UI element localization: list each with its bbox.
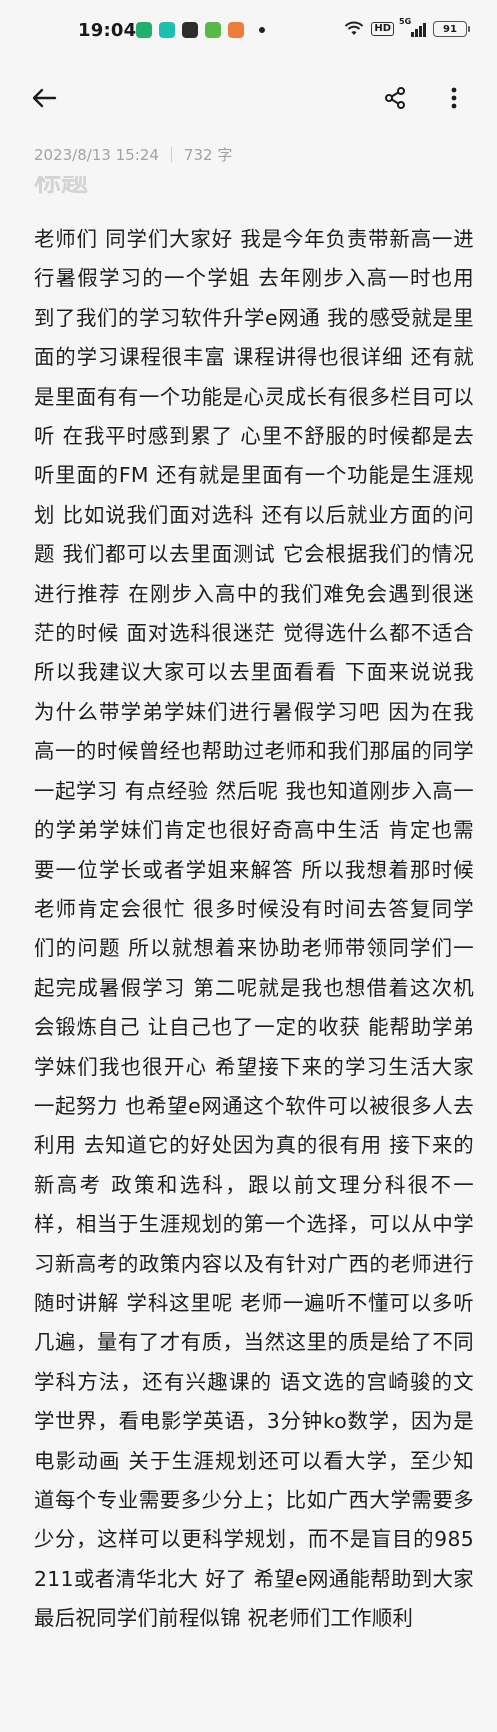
- note-body[interactable]: 老师们 同学们大家好 我是今年负责带新高一进行暑假学习的一个学姐 去年刚步入高一…: [34, 220, 474, 1639]
- back-button[interactable]: [28, 82, 60, 114]
- top-toolbar: [0, 70, 497, 126]
- battery-icon: 91: [433, 21, 470, 37]
- signal-icon: 5G: [399, 17, 426, 37]
- hd-badge: HD: [371, 22, 394, 36]
- battery-level: 91: [443, 23, 457, 35]
- wifi-icon: [345, 21, 364, 35]
- more-vertical-icon: [451, 87, 457, 109]
- network-type-label: 5G: [399, 17, 412, 26]
- status-bar: 19:04 HD 5G 91: [0, 0, 497, 66]
- meta-divider: [170, 147, 172, 162]
- more-notifications-dot-icon: [259, 27, 265, 33]
- title-fade-overlay: [0, 162, 497, 176]
- app-notification-icon: [136, 22, 152, 38]
- status-time: 19:04: [78, 20, 137, 41]
- app-notification-icon: [159, 22, 175, 38]
- arrow-left-icon: [32, 88, 57, 108]
- more-options-button[interactable]: [438, 82, 470, 114]
- app-notification-icon: [205, 22, 221, 38]
- note-datetime: 2023/8/13 15:24: [34, 145, 159, 164]
- app-notification-icon: [182, 22, 198, 38]
- status-indicators: HD 5G 91: [344, 17, 470, 37]
- share-icon: [385, 87, 405, 109]
- app-notification-icon: [228, 22, 244, 38]
- notification-icons: [136, 22, 265, 38]
- share-button[interactable]: [379, 82, 411, 114]
